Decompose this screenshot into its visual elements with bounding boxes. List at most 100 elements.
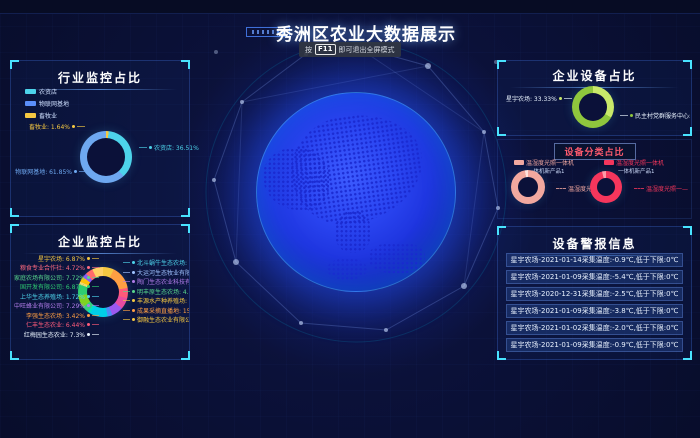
connector-line xyxy=(620,115,628,116)
chart-label: 陶门生态农业科技有限公 xyxy=(123,277,189,286)
chart-label-text: 家庭农场有限公司: 7.72% xyxy=(14,273,85,282)
corner-bracket xyxy=(181,224,190,233)
chart-label: 红梅园生态农业: 7.3% xyxy=(11,330,99,339)
corner-bracket xyxy=(10,60,19,69)
donut-hole xyxy=(518,177,538,197)
corner-bracket xyxy=(181,208,190,217)
chart-callout-text: 星宇农场: 33.33% xyxy=(506,94,557,103)
chart-callout: 农资店: 36.51% xyxy=(139,143,199,152)
legend-swatch xyxy=(25,101,36,106)
legend-label: 温湿度光照一体机 xyxy=(526,158,574,167)
label-dot xyxy=(87,304,90,307)
label-dot xyxy=(87,323,90,326)
corner-bracket xyxy=(181,351,190,360)
label-dot xyxy=(630,114,633,117)
chart-label: 明丰原生态农场: 4.29% xyxy=(123,287,189,296)
continent-south xyxy=(327,258,367,280)
connector-line xyxy=(123,272,130,273)
chart-label: 成果采摘直播地: 15.02% xyxy=(123,306,189,315)
donut-hole xyxy=(87,138,125,176)
corner-bracket xyxy=(683,226,692,235)
chart-callout-text: 温湿度光照一— xyxy=(646,184,688,193)
connector-line xyxy=(123,310,130,311)
chart-label: 中旺蜂业有限公司: 7.29% xyxy=(11,301,99,310)
corner-bracket xyxy=(683,127,692,136)
hint-suffix: 即可退出全屏模式 xyxy=(339,45,395,55)
industry-panel-title: 行业监控占比 xyxy=(11,69,189,86)
chart-label-text: 粮食专业合作社: 4.72% xyxy=(20,263,85,272)
chart-label-text: 陶门生态农业科技有限公 xyxy=(137,277,189,286)
legend-swatch xyxy=(514,160,524,165)
class-right-donut-chart xyxy=(590,171,622,203)
corner-bracket xyxy=(497,127,506,136)
chart-label-text: 中旺蜂业有限公司: 7.29% xyxy=(14,301,85,310)
legend-label: 农资店 xyxy=(39,87,57,96)
connector-line xyxy=(77,126,85,127)
label-dot xyxy=(132,271,135,274)
label-dot xyxy=(132,290,135,293)
chart-label: 北斗蜗牛生态农场: 11.36% xyxy=(123,258,189,267)
connector-line xyxy=(92,277,99,278)
label-dot xyxy=(87,295,90,298)
alarm-row: 星宇农场-2021-01-09采集温度:-5.4℃,低于下限:0℃ xyxy=(506,270,683,284)
connector-line xyxy=(79,171,87,172)
alarm-row: 星宇农场-2021-01-14采集温度:-0.9℃,低于下限:0℃ xyxy=(506,253,683,267)
chart-label-text: 仁丰生态农业: 6.44% xyxy=(26,320,85,329)
chart-label: 御融生态农业有限公司: 6.87% xyxy=(123,315,189,324)
label-dot xyxy=(87,314,90,317)
chart-callout-text: 农资店: 36.51% xyxy=(154,143,199,152)
chart-label-text: 御融生态农业有限公司: 6.87% xyxy=(137,315,189,324)
connector-line xyxy=(92,305,99,306)
chart-label-text: 李强生态农场: 3.42% xyxy=(26,311,85,320)
corner-bracket xyxy=(10,351,19,360)
label-dot xyxy=(132,299,135,302)
legend-label: 畜牧业 xyxy=(39,111,57,120)
label-dot xyxy=(87,285,90,288)
legend-swatch xyxy=(25,89,36,94)
device-donut-chart xyxy=(572,86,614,128)
device-panel: 企业设备占比 星宇农场: 33.33% 民主村党群服务中心: xyxy=(497,60,692,136)
label-dot xyxy=(132,309,135,312)
legend-swatch xyxy=(604,160,614,165)
alarm-row: 星宇农场-2020-12-31采集温度:-2.5℃,低于下限:0℃ xyxy=(506,287,683,301)
hint-prefix: 按 xyxy=(305,45,312,55)
chart-label: 星宇农场: 6.87% xyxy=(11,254,99,263)
legend-item: 农资店 xyxy=(25,87,69,96)
globe xyxy=(256,92,456,292)
donut-hole xyxy=(579,93,607,121)
label-dot xyxy=(132,280,135,283)
label-dot xyxy=(132,261,135,264)
continent-islands xyxy=(369,243,425,273)
connector-line xyxy=(92,324,99,325)
connector-line xyxy=(564,98,572,99)
legend-item: 畜牧业 xyxy=(25,111,69,120)
corner-bracket xyxy=(683,60,692,69)
label-dot xyxy=(72,125,75,128)
industry-donut-chart xyxy=(80,131,132,183)
industry-legend: 农资店 物联网基地 畜牧业 xyxy=(25,87,69,120)
industry-panel: 行业监控占比 农资店 物联网基地 畜牧业 畜牧业: 1.64% 农资店: 36.… xyxy=(10,60,190,217)
legend-swatch xyxy=(25,113,36,118)
connector-line xyxy=(92,334,99,335)
chart-callout-text: 民主村党群服务中心: xyxy=(635,111,690,120)
alarm-row: 星宇农场-2021-01-09采集温度:-0.9℃,低于下限:0℃ xyxy=(506,338,683,352)
chart-label-text: 星宇农场: 6.87% xyxy=(38,254,85,263)
connector-line xyxy=(92,267,99,268)
connector-line xyxy=(123,319,130,320)
chart-callout: 畜牧业: 1.64% xyxy=(13,122,85,131)
continent-europe xyxy=(263,148,329,210)
device-panel-title: 企业设备占比 xyxy=(498,67,691,84)
chart-label-text: 上华生态养殖场: 1.72% xyxy=(20,292,85,301)
fullscreen-hint: 按 F11 即可退出全屏模式 xyxy=(299,42,401,57)
chart-callout-text: 物联网基地: 61.85% xyxy=(15,167,72,176)
chart-callout: 物联网基地: 61.85% xyxy=(11,167,87,176)
connector-line xyxy=(92,258,99,259)
corner-bracket xyxy=(497,351,506,360)
corner-bracket xyxy=(10,208,19,217)
chart-label: 大运河生态牧业有限责任公 xyxy=(123,268,189,277)
connector-line xyxy=(92,296,99,297)
enterprise-panel: 企业监控占比 星宇农场: 6.87% 粮食专业合作社: 4.72% 家庭农场有限… xyxy=(10,224,190,360)
label-dot xyxy=(74,170,77,173)
connector-line xyxy=(123,300,130,301)
corner-bracket xyxy=(181,60,190,69)
